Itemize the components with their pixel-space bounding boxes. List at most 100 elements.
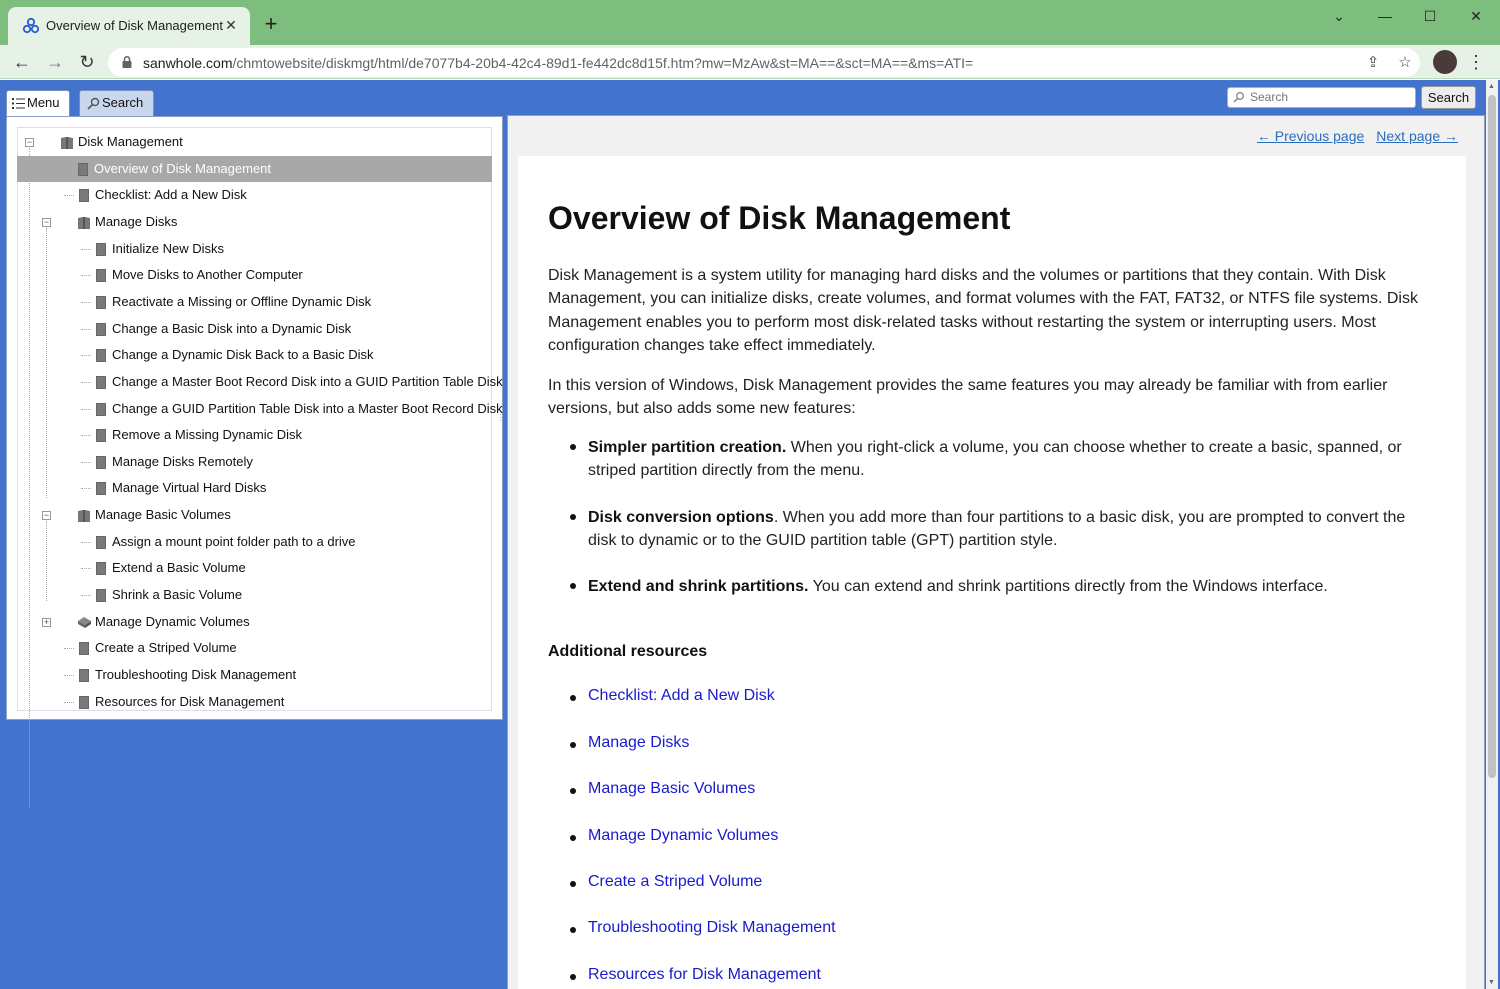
page-navigation: ← Previous page Next page → — [1245, 128, 1458, 144]
forward-button[interactable]: → — [43, 50, 67, 74]
feature-title: Extend and shrink partitions. — [588, 578, 809, 595]
search-input[interactable]: Search — [1227, 87, 1416, 108]
content-panel: ← Previous page Next page → Overview of D… — [507, 115, 1485, 989]
tree-connector — [64, 648, 74, 650]
bullet-dot — [570, 514, 576, 520]
collapse-icon[interactable]: − — [42, 511, 51, 521]
toc-item[interactable]: Manage Basic Volumes − — [18, 502, 488, 528]
scroll-down-arrow-icon[interactable]: ▼ — [1488, 979, 1495, 986]
bullet-dot — [570, 881, 576, 887]
open-book-icon — [61, 137, 73, 149]
page-icon — [79, 695, 89, 709]
resource-link[interactable]: Create a Striped Volume — [588, 873, 762, 891]
toc-item[interactable]: Move Disks to Another Computer — [18, 262, 488, 288]
expand-icon[interactable]: + — [42, 617, 51, 627]
toc-item[interactable]: Manage Disks − — [18, 209, 488, 235]
page-icon — [79, 642, 89, 656]
page-scrollbar[interactable]: ▲ ▼ — [1486, 80, 1498, 989]
next-page-link[interactable]: Next page → — [1376, 128, 1458, 144]
toc-item-label: Create a Striped Volume — [95, 640, 237, 656]
url-path: /chmtowebsite/diskmgt/html/de7077b4-20b4… — [232, 55, 974, 71]
collapse-icon[interactable]: − — [25, 138, 34, 147]
toc-item[interactable]: Change a Basic Disk into a Dynamic Disk — [18, 316, 488, 342]
site-favicon-icon — [22, 17, 40, 34]
tree-connector — [63, 168, 73, 170]
toc-item[interactable]: Create a Striped Volume — [18, 635, 488, 661]
toc-item[interactable]: Shrink a Basic Volume — [18, 582, 488, 608]
toc-item[interactable]: Change a Dynamic Disk Back to a Basic Di… — [18, 342, 488, 368]
toc-item-label: Assign a mount point folder path to a dr… — [112, 533, 356, 549]
scrollbar-thumb[interactable] — [1488, 95, 1496, 778]
toc-item[interactable]: Extend a Basic Volume — [18, 555, 488, 581]
resource-link[interactable]: Manage Basic Volumes — [588, 780, 755, 798]
previous-page-link[interactable]: ← Previous page — [1257, 128, 1364, 144]
toc-item-label: Overview of Disk Management — [94, 160, 272, 176]
page-icon — [96, 455, 106, 469]
resource-link[interactable]: Manage Disks — [588, 734, 689, 752]
bullet-dot — [570, 927, 576, 933]
search-button[interactable]: Search — [1421, 86, 1476, 109]
browser-tab[interactable]: Overview of Disk Management ✕ — [8, 7, 250, 45]
resource-link[interactable]: Checklist: Add a New Disk — [588, 687, 775, 705]
profile-avatar[interactable] — [1433, 50, 1457, 74]
bookmark-star-icon[interactable]: ☆ — [1395, 53, 1415, 73]
search-icon — [1233, 92, 1244, 103]
toc-panel: Disk Management − Overview of Disk Managem… — [6, 116, 503, 808]
toc-item-label: Initialize New Disks — [112, 240, 224, 256]
tree-connector — [81, 328, 91, 330]
toc-item[interactable]: Resources for Disk Management — [18, 689, 488, 715]
toc-item[interactable]: Manage Dynamic Volumes + — [18, 609, 488, 635]
tree-connector — [81, 541, 91, 543]
toc-item[interactable]: Manage Disks Remotely — [18, 449, 488, 475]
tab-search-chevron-icon[interactable]: ⌄ — [1316, 5, 1362, 27]
toc-item-label: Change a Basic Disk into a Dynamic Disk — [112, 320, 352, 336]
toc-item[interactable]: Manage Virtual Hard Disks — [18, 475, 488, 501]
toc-item-label: Checklist: Add a New Disk — [95, 187, 247, 203]
browser-menu-icon[interactable]: ⋮ — [1466, 50, 1486, 74]
toc-item[interactable]: Remove a Missing Dynamic Disk — [18, 422, 488, 448]
bullet-dot — [570, 835, 576, 841]
resource-link[interactable]: Troubleshooting Disk Management — [588, 919, 836, 937]
tree-connector — [81, 595, 91, 597]
toc-item[interactable]: Disk Management − — [18, 129, 488, 155]
toc-item[interactable]: Overview of Disk Management — [17, 155, 492, 182]
toc-item[interactable]: Reactivate a Missing or Offline Dynamic … — [18, 289, 488, 315]
tab-title: Overview of Disk Management — [46, 18, 224, 33]
new-tab-button[interactable]: + — [260, 13, 282, 36]
share-icon[interactable]: ⇪ — [1363, 53, 1383, 73]
back-button[interactable]: ← — [10, 50, 34, 74]
browser-tabstrip: Overview of Disk Management ✕ + ⌄ — ☐ ✕ — [0, 0, 1500, 45]
tree-connector — [81, 355, 91, 357]
collapse-icon[interactable]: − — [42, 217, 51, 227]
panel-splitter[interactable]: ⋮ — [497, 413, 505, 425]
minimize-button[interactable]: — — [1362, 5, 1408, 27]
close-window-button[interactable]: ✕ — [1453, 5, 1499, 27]
tab-search[interactable]: Search — [79, 90, 154, 116]
page-icon — [79, 669, 89, 682]
toc-item-label: Extend a Basic Volume — [112, 560, 246, 576]
closed-book-icon — [78, 616, 91, 628]
toc-tree: Disk Management − Overview of Disk Managem… — [17, 127, 503, 808]
toc-item[interactable]: Troubleshooting Disk Management — [18, 662, 488, 688]
scroll-up-arrow-icon[interactable]: ▲ — [1488, 83, 1495, 90]
toc-item[interactable]: Initialize New Disks — [18, 236, 488, 262]
feature-title: Simpler partition creation. — [588, 439, 787, 456]
tree-connector — [81, 248, 91, 250]
page-icon — [96, 402, 106, 416]
toc-item[interactable]: Change a Master Boot Record Disk into a … — [18, 369, 503, 395]
tree-connector — [81, 381, 91, 383]
tab-close-icon[interactable]: ✕ — [222, 16, 240, 34]
maximize-button[interactable]: ☐ — [1407, 5, 1453, 27]
toc-item[interactable]: Change a GUID Partition Table Disk into … — [18, 396, 503, 422]
resource-link[interactable]: Manage Dynamic Volumes — [588, 827, 778, 845]
address-bar[interactable]: sanwhole.com/chmtowebsite/diskmgt/html/d… — [108, 48, 1420, 77]
search-icon — [87, 97, 100, 110]
resource-link[interactable]: Resources for Disk Management — [588, 966, 821, 984]
tab-menu[interactable]: Menu — [6, 90, 70, 116]
tree-connector — [81, 301, 91, 303]
reload-button[interactable]: ↻ — [75, 50, 99, 74]
toc-item[interactable]: Assign a mount point folder path to a dr… — [18, 529, 488, 555]
toc-item-label: Manage Virtual Hard Disks — [112, 480, 267, 496]
toc-item-label: Change a Master Boot Record Disk into a … — [112, 373, 503, 389]
toc-item[interactable]: Checklist: Add a New Disk — [18, 182, 488, 208]
